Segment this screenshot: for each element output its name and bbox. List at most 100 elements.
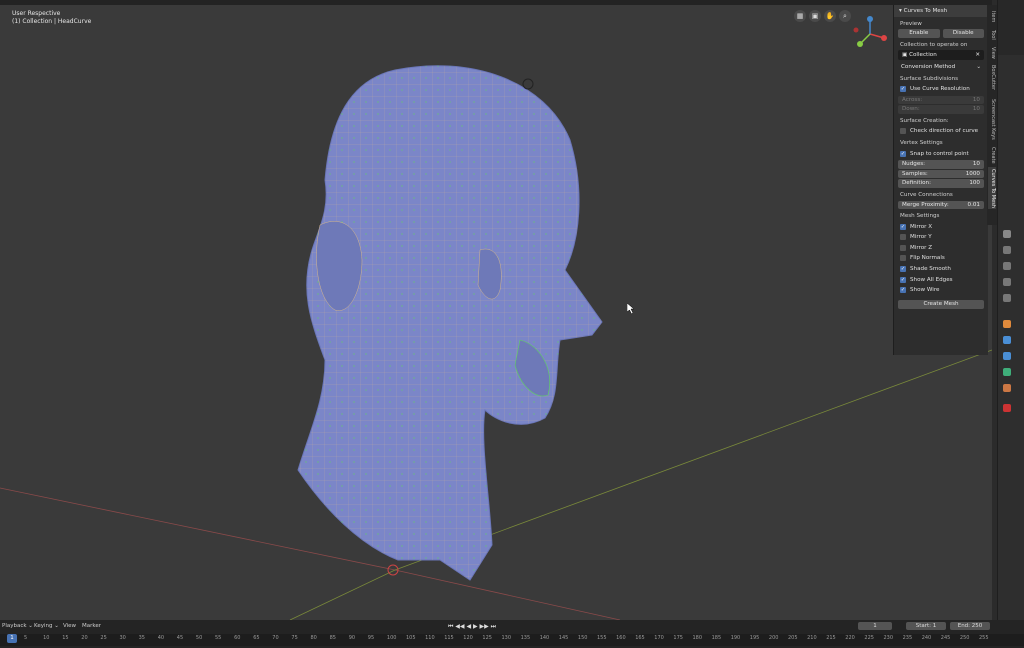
tool-icon[interactable] bbox=[1003, 230, 1011, 238]
playback-controls[interactable]: ⏮ ◀◀ ◀ ▶ ▶▶ ⏭ bbox=[448, 623, 496, 631]
enable-button[interactable]: Enable bbox=[898, 29, 940, 38]
mesh-settings-label: Mesh Settings bbox=[900, 213, 940, 220]
conversion-method-dropdown[interactable]: Conversion Method ⌄ bbox=[898, 63, 984, 72]
frame-tick: 210 bbox=[807, 635, 817, 641]
frame-tick: 80 bbox=[310, 635, 317, 641]
frame-tick: 225 bbox=[864, 635, 874, 641]
disable-button[interactable]: Disable bbox=[942, 29, 984, 38]
mirror-x-checkbox[interactable]: ✓ Mirror X bbox=[894, 221, 988, 232]
output-icon[interactable] bbox=[1003, 262, 1011, 270]
frame-ruler[interactable]: 5 10 15 20 25 30 35 40 45 50 55 60 65 70 75 80 85 90 95 100… bbox=[0, 634, 1024, 646]
shade-smooth-checkbox[interactable]: ✓ Shade Smooth bbox=[894, 264, 988, 275]
frame-tick: 215 bbox=[826, 635, 836, 641]
render-icon[interactable] bbox=[1003, 246, 1011, 254]
frame-tick: 5 bbox=[24, 635, 28, 641]
collection-label: Collection to operate on bbox=[900, 42, 968, 48]
end-frame-field[interactable]: End: 250 bbox=[950, 622, 990, 630]
tab-tool[interactable]: Tool bbox=[988, 27, 996, 43]
frame-tick: 175 bbox=[673, 635, 683, 641]
check-direction-checkbox[interactable]: Check direction of curve bbox=[894, 126, 988, 137]
samples-field[interactable]: Samples: 1000 bbox=[898, 169, 984, 179]
mirror-z-checkbox[interactable]: Mirror Z bbox=[894, 243, 988, 254]
current-frame-field[interactable]: 1 bbox=[858, 622, 892, 630]
material-icon[interactable] bbox=[1003, 404, 1011, 412]
particles-icon[interactable] bbox=[1003, 352, 1011, 360]
marker-menu[interactable]: Marker bbox=[82, 623, 101, 629]
frame-tick: 95 bbox=[367, 635, 375, 641]
frame-tick: 245 bbox=[940, 635, 951, 641]
tab-curves-to-mesh[interactable]: Curves To Mesh bbox=[988, 167, 996, 209]
show-wire-checkbox[interactable]: ✓ Show Wire bbox=[894, 285, 988, 296]
surface-subdivisions-label: Surface Subdivisions bbox=[900, 76, 959, 82]
camera-icon[interactable]: ▦ bbox=[794, 10, 806, 22]
create-mesh-button[interactable]: Create Mesh bbox=[898, 299, 984, 309]
tab-screencast-keys[interactable]: Screencast Keys bbox=[988, 95, 996, 143]
tab-boxcutter[interactable]: BoxCutter bbox=[988, 63, 996, 93]
frame-tick: 20 bbox=[81, 635, 88, 641]
video-icon[interactable]: ▣ bbox=[809, 10, 821, 22]
frame-tick: 120 bbox=[463, 635, 473, 641]
mouse-cursor-icon bbox=[627, 303, 635, 315]
curve-connections-label: Curve Connections bbox=[900, 191, 953, 198]
frame-tick: 165 bbox=[635, 635, 645, 641]
keying-menu[interactable]: Keying ⌄ bbox=[34, 623, 59, 629]
frame-tick: 145 bbox=[558, 635, 569, 641]
frame-tick: 140 bbox=[539, 635, 550, 641]
frame-tick: 40 bbox=[157, 635, 165, 641]
surface-creation-label: Surface Creation: bbox=[900, 117, 949, 124]
head-mesh[interactable] bbox=[0, 0, 992, 620]
frame-tick: 170 bbox=[654, 635, 664, 641]
flip-normals-checkbox[interactable]: Flip Normals bbox=[894, 253, 988, 264]
object-icon[interactable] bbox=[1003, 320, 1011, 328]
frame-tick: 135 bbox=[520, 635, 531, 641]
playback-menu[interactable]: Playback ⌄ bbox=[2, 623, 33, 629]
tab-view[interactable]: View bbox=[988, 45, 996, 61]
timeline: Playback ⌄ Keying ⌄ View Marker ⏮ ◀◀ ◀ ▶… bbox=[0, 620, 1024, 648]
frame-tick: 190 bbox=[730, 635, 741, 641]
frame-tick: 235 bbox=[902, 635, 913, 641]
frame-tick: 115 bbox=[444, 635, 454, 641]
mirror-y-checkbox[interactable]: Mirror Y bbox=[894, 232, 988, 243]
clear-icon[interactable]: ✕ bbox=[975, 50, 980, 60]
frame-tick: 25 bbox=[100, 635, 107, 641]
hand-icon[interactable]: ✋ bbox=[824, 10, 836, 22]
frame-tick: 160 bbox=[616, 635, 626, 641]
collection-field[interactable]: ▣ Collection ✕ bbox=[898, 50, 984, 60]
frame-tick: 55 bbox=[215, 635, 222, 641]
frame-tick: 65 bbox=[253, 635, 260, 641]
3d-viewport[interactable]: User Respective (1) Collection | HeadCur… bbox=[0, 0, 992, 620]
frame-tick: 180 bbox=[692, 635, 703, 641]
merge-proximity-field[interactable]: Merge Proximity: 0.01 bbox=[898, 200, 984, 210]
frame-tick: 195 bbox=[749, 635, 760, 641]
outliner-strip bbox=[998, 0, 1024, 55]
scene-icon[interactable] bbox=[1003, 294, 1011, 302]
frame-tick: 130 bbox=[501, 635, 512, 641]
view-layer-icon[interactable] bbox=[1003, 278, 1011, 286]
frame-tick: 110 bbox=[425, 635, 435, 641]
use-curve-resolution-checkbox[interactable]: ✓ Use Curve Resolution bbox=[894, 84, 988, 95]
chevron-down-icon: ⌄ bbox=[976, 64, 981, 70]
current-frame-indicator[interactable]: 1 bbox=[7, 634, 17, 643]
across-field: Across: 10 bbox=[898, 95, 984, 105]
nudges-field[interactable]: Nudges: 10 bbox=[898, 159, 984, 169]
definition-field[interactable]: Definition: 100 bbox=[898, 179, 984, 188]
panel-title[interactable]: ▾ Curves To Mesh bbox=[894, 5, 988, 17]
modifier-icon[interactable] bbox=[1003, 336, 1011, 344]
frame-tick: 200 bbox=[768, 635, 779, 641]
frame-tick: 90 bbox=[348, 635, 356, 641]
constraints-icon[interactable] bbox=[1003, 384, 1011, 392]
show-all-edges-checkbox[interactable]: ✓ Show All Edges bbox=[894, 274, 988, 285]
frame-tick: 205 bbox=[788, 635, 798, 641]
start-frame-field[interactable]: Start: 1 bbox=[906, 622, 946, 630]
snap-checkbox[interactable]: ✓ Snap to control point bbox=[894, 148, 988, 159]
navigation-gizmo[interactable] bbox=[850, 14, 890, 54]
physics-icon[interactable] bbox=[1003, 368, 1011, 376]
tab-create[interactable]: Create bbox=[988, 145, 996, 165]
frame-tick: 220 bbox=[845, 635, 855, 641]
frame-tick: 30 bbox=[119, 635, 126, 641]
view-menu[interactable]: View bbox=[63, 623, 76, 629]
tab-item[interactable]: Item bbox=[988, 9, 996, 25]
frame-tick: 155 bbox=[597, 635, 607, 641]
frame-tick: 240 bbox=[921, 635, 932, 641]
frame-tick: 50 bbox=[195, 635, 203, 641]
